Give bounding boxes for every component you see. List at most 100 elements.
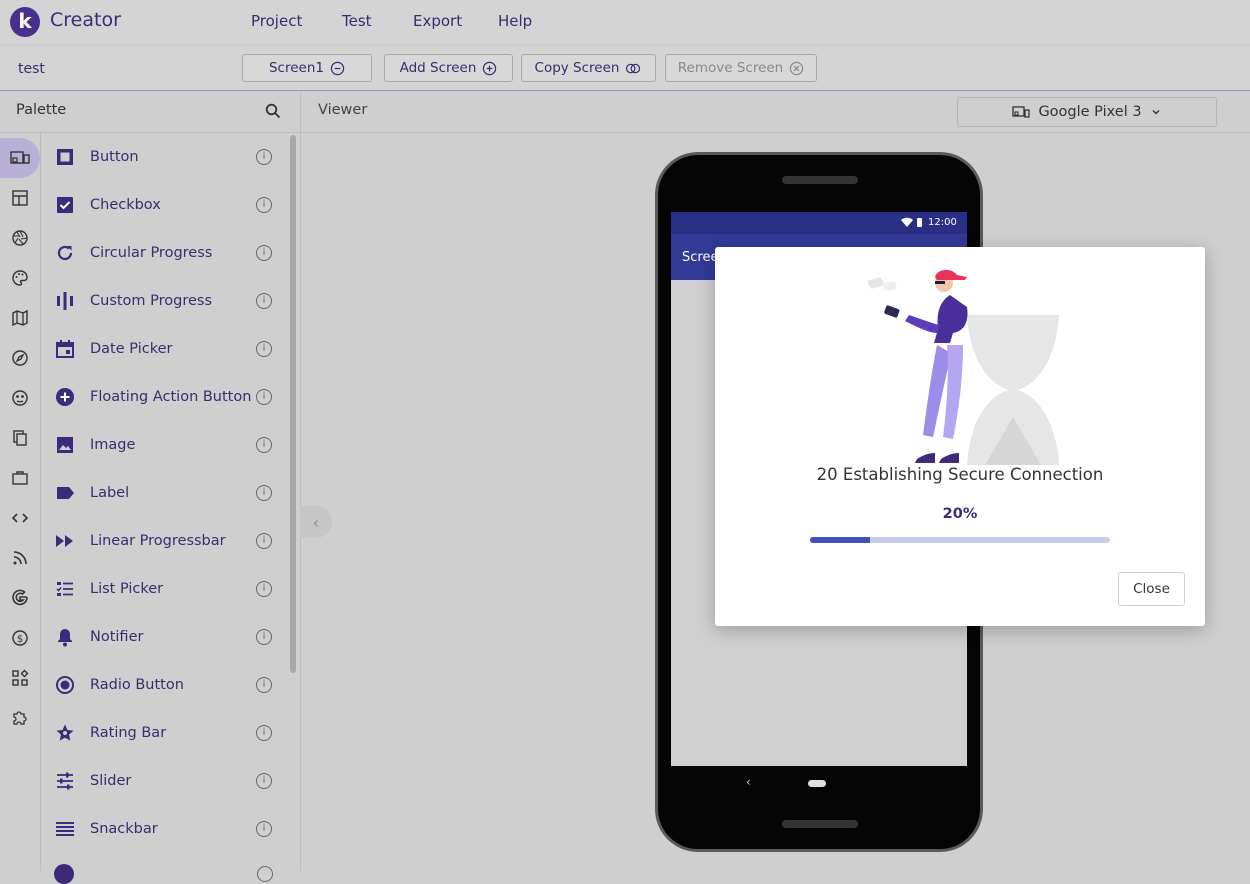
- snackbar-icon: [54, 818, 76, 840]
- palette-item-date-picker[interactable]: Date Picker i: [42, 325, 282, 373]
- palette-item-label: Image: [90, 437, 136, 453]
- rating-bar-icon: [54, 722, 76, 744]
- menu-project[interactable]: Project: [251, 12, 302, 30]
- info-icon[interactable]: i: [256, 533, 272, 549]
- info-icon[interactable]: i: [256, 725, 272, 741]
- app-logo[interactable]: k: [10, 7, 40, 37]
- copy-screen-label: Copy Screen: [534, 60, 620, 76]
- rss-category-icon[interactable]: [10, 548, 30, 568]
- collapse-palette-button[interactable]: ‹: [300, 506, 332, 538]
- device-select-label: Google Pixel 3: [1038, 104, 1142, 120]
- info-icon[interactable]: [257, 866, 273, 882]
- palette-item-notifier[interactable]: Notifier i: [42, 613, 282, 661]
- monetization-category-icon[interactable]: $: [10, 628, 30, 648]
- info-icon[interactable]: i: [256, 581, 272, 597]
- remove-circle-icon: [790, 61, 804, 75]
- info-icon[interactable]: i: [256, 821, 272, 837]
- menu-help[interactable]: Help: [498, 12, 532, 30]
- info-icon[interactable]: i: [256, 677, 272, 693]
- menu-test[interactable]: Test: [342, 12, 372, 30]
- palette-item-snackbar[interactable]: Snackbar i: [42, 805, 282, 853]
- info-icon[interactable]: i: [256, 293, 272, 309]
- palette-item-label: Button: [90, 149, 139, 165]
- code-category-icon[interactable]: [10, 508, 30, 528]
- google-category-icon[interactable]: [10, 588, 30, 608]
- palette-item-list-picker[interactable]: List Picker i: [42, 565, 282, 613]
- add-screen-label: Add Screen: [399, 60, 477, 76]
- palette-item-label: Snackbar: [90, 821, 158, 837]
- shutter-category-icon[interactable]: [10, 228, 30, 248]
- palette-item-label[interactable]: Label i: [42, 469, 282, 517]
- devices-icon: [1012, 106, 1031, 118]
- palette-item-label: Custom Progress: [90, 293, 213, 309]
- palette-item-checkbox[interactable]: Checkbox i: [42, 181, 282, 229]
- palette-item-slider[interactable]: Slider i: [42, 757, 282, 805]
- palette-item-floating-action-button[interactable]: Floating Action Button i: [42, 373, 282, 421]
- social-category-icon[interactable]: [10, 388, 30, 408]
- palette-item-label: Label: [90, 485, 130, 501]
- viewer-title: Viewer: [318, 102, 368, 118]
- fab-icon: [54, 386, 76, 408]
- compass-category-icon[interactable]: [10, 348, 30, 368]
- info-icon[interactable]: i: [256, 773, 272, 789]
- list-picker-icon: [54, 578, 76, 600]
- palette-item-partial-icon: [54, 864, 74, 884]
- status-clock: 12:00: [928, 217, 957, 228]
- slider-icon: [54, 770, 76, 792]
- palette-item-radio-button[interactable]: Radio Button i: [42, 661, 282, 709]
- screen-select[interactable]: Screen1: [242, 54, 372, 82]
- palette-item-label: Checkbox: [90, 197, 161, 213]
- progress-percent: 20%: [942, 506, 978, 522]
- progress-bar: [810, 537, 1110, 543]
- copy-icon: [626, 63, 641, 73]
- info-icon[interactable]: i: [256, 437, 272, 453]
- palette-item-button[interactable]: Button i: [42, 133, 282, 181]
- palette-category-icon[interactable]: [10, 268, 30, 288]
- info-icon[interactable]: i: [256, 485, 272, 501]
- extension-category-icon[interactable]: [10, 708, 30, 728]
- palette-scrollbar[interactable]: [290, 135, 296, 673]
- linear-progress-icon: [54, 530, 76, 552]
- menu-export[interactable]: Export: [413, 12, 462, 30]
- info-icon[interactable]: i: [256, 389, 272, 405]
- briefcase-category-icon[interactable]: [10, 468, 30, 488]
- progress-bar-fill: [810, 537, 870, 543]
- palette-divider: [300, 92, 301, 871]
- map-category-icon[interactable]: [10, 308, 30, 328]
- palette-item-linear-progressbar[interactable]: Linear Progressbar i: [42, 517, 282, 565]
- brand-name: Creator: [50, 9, 121, 31]
- phone-speaker-bottom: [782, 820, 858, 828]
- layout-category-icon[interactable]: [10, 148, 30, 168]
- remove-screen-label: Remove Screen: [677, 60, 784, 76]
- top-header: [0, 0, 1250, 44]
- info-icon[interactable]: i: [256, 245, 272, 261]
- image-icon: [54, 434, 76, 456]
- palette-item-image[interactable]: Image i: [42, 421, 282, 469]
- phone-speaker: [782, 176, 858, 184]
- info-icon[interactable]: i: [256, 341, 272, 357]
- add-screen-button[interactable]: Add Screen: [384, 54, 513, 82]
- palette-item-label: Radio Button: [90, 677, 184, 693]
- device-select[interactable]: Google Pixel 3: [957, 97, 1217, 127]
- button-icon: [54, 146, 76, 168]
- palette-item-custom-progress[interactable]: Custom Progress i: [42, 277, 282, 325]
- date-picker-icon: [54, 338, 76, 360]
- checkbox-icon: [54, 194, 76, 216]
- storage-category-icon[interactable]: [10, 428, 30, 448]
- close-button[interactable]: Close: [1118, 572, 1185, 606]
- circular-progress-icon: [54, 242, 76, 264]
- app-bar-title: Scree: [682, 250, 719, 265]
- chevron-left-icon: ‹: [312, 512, 320, 532]
- palette-item-rating-bar[interactable]: Rating Bar i: [42, 709, 282, 757]
- info-icon[interactable]: i: [256, 149, 272, 165]
- copy-screen-button[interactable]: Copy Screen: [521, 54, 656, 82]
- nav-back-icon: ‹: [746, 775, 751, 789]
- palette-item-circular-progress[interactable]: Circular Progress i: [42, 229, 282, 277]
- palette-item-label: Linear Progressbar: [90, 533, 226, 549]
- table-category-icon[interactable]: [10, 188, 30, 208]
- search-icon[interactable]: [265, 103, 281, 119]
- info-icon[interactable]: i: [256, 197, 272, 213]
- info-icon[interactable]: i: [256, 629, 272, 645]
- remove-screen-button[interactable]: Remove Screen: [665, 54, 817, 82]
- widgets-category-icon[interactable]: [10, 668, 30, 688]
